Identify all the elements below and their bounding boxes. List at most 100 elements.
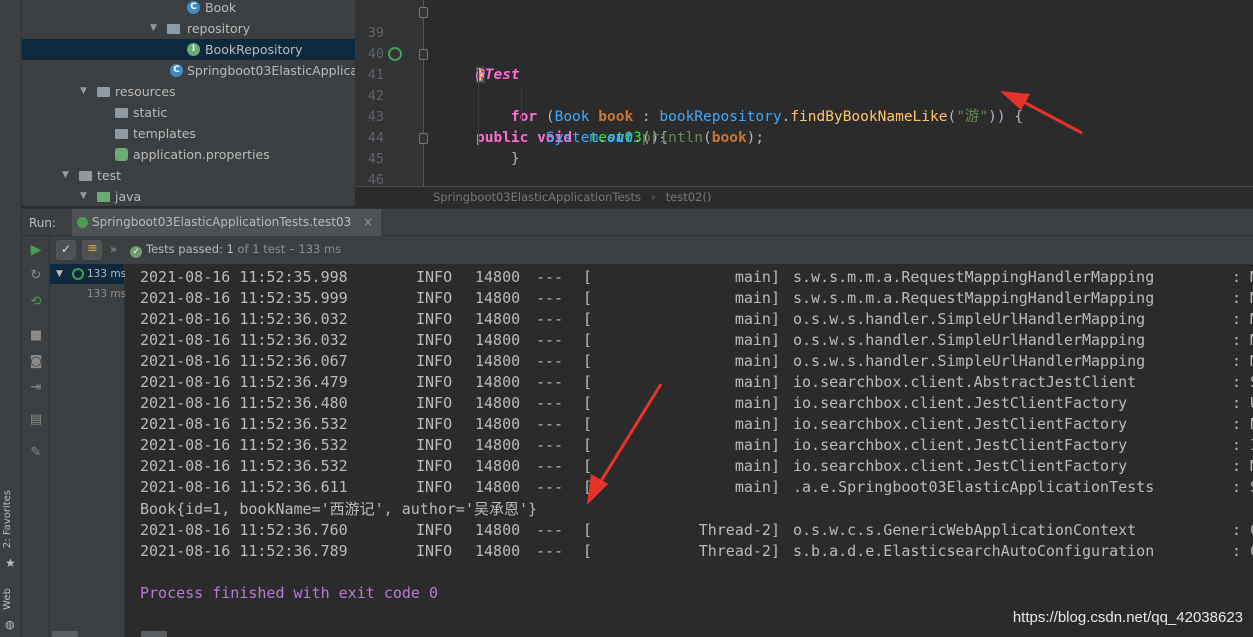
log-pid: 14800 bbox=[475, 478, 521, 496]
show-passed-button[interactable] bbox=[56, 240, 76, 260]
web-tab[interactable]: Web bbox=[2, 588, 13, 610]
log-logger: io.searchbox.client.JestClientFactory bbox=[793, 415, 1128, 433]
log-tail: : M bbox=[1232, 289, 1253, 307]
log-sep: --- bbox=[536, 394, 564, 412]
layout-icon[interactable]: ▤ bbox=[29, 413, 43, 427]
sort-button[interactable] bbox=[82, 240, 102, 260]
project-tree: C Book ▼ repository I BookRepository C S… bbox=[22, 0, 355, 206]
code-line-45: 45 } bbox=[356, 128, 1253, 167]
log-thread: main] bbox=[734, 289, 780, 307]
tree-item-java[interactable]: ▼ java bbox=[22, 186, 355, 206]
stop-icon[interactable]: ■ bbox=[29, 329, 43, 343]
log-bracket: [ bbox=[583, 310, 593, 328]
log-sep: --- bbox=[536, 521, 564, 539]
toggle-auto-test-icon[interactable]: ⟲ bbox=[29, 295, 43, 309]
log-logger: s.w.s.m.m.a.RequestMappingHandlerMapping bbox=[793, 289, 1155, 307]
tree-item-label: resources bbox=[115, 84, 176, 99]
close-icon[interactable]: × bbox=[363, 215, 373, 229]
tree-item-label: java bbox=[115, 189, 142, 204]
log-pid: 14800 bbox=[475, 268, 521, 286]
folder-icon bbox=[79, 171, 92, 181]
log-level: INFO bbox=[416, 373, 453, 391]
pin-icon[interactable]: ✎ bbox=[29, 446, 43, 460]
tree-item-application[interactable]: C Springboot03ElasticApplication bbox=[22, 60, 355, 81]
test-tree-scrollbar[interactable] bbox=[52, 631, 78, 637]
log-ts: 2021-08-16 11:52:36.532 bbox=[140, 457, 348, 475]
log-pid: 14800 bbox=[475, 457, 521, 475]
log-level: INFO bbox=[416, 457, 453, 475]
tree-item-label: static bbox=[133, 105, 168, 120]
test-status-label: Tests passed: bbox=[146, 242, 223, 256]
tree-item-bookrepository[interactable]: I BookRepository bbox=[22, 39, 355, 60]
tree-item-label: Springboot03ElasticApplication bbox=[187, 63, 355, 78]
log-ts: 2021-08-16 11:52:36.789 bbox=[140, 542, 348, 560]
camera-icon[interactable]: ◙ bbox=[29, 355, 43, 369]
chevron-down-icon[interactable]: ▼ bbox=[80, 81, 90, 102]
run-config-tab[interactable]: Springboot03ElasticApplicationTests.test… bbox=[72, 209, 382, 236]
log-ts: 2021-08-16 11:52:35.999 bbox=[140, 289, 348, 307]
fold-marker-icon[interactable] bbox=[419, 7, 428, 18]
log-logger: .a.e.Springboot03ElasticApplicationTests bbox=[793, 478, 1155, 496]
code-line-43: 43 System.out.println(book); bbox=[356, 86, 1253, 146]
left-tool-strip: 2: Favorites ★ Web ◍ bbox=[0, 0, 22, 637]
test-results-tree: ▼ 133 ms 133 ms bbox=[50, 264, 127, 637]
test-status: ✓ Tests passed: 1 of 1 test – 133 ms bbox=[130, 242, 341, 258]
log-level: INFO bbox=[416, 542, 453, 560]
program-output: Book{id=1, bookName='西游记', author='吴承恩'} bbox=[140, 500, 538, 518]
log-tail: : M bbox=[1232, 331, 1253, 349]
tree-item-templates[interactable]: templates bbox=[22, 123, 355, 144]
breadcrumb-method[interactable]: test02() bbox=[666, 190, 712, 204]
fold-marker-icon[interactable] bbox=[419, 49, 428, 60]
log-logger: io.searchbox.client.JestClientFactory bbox=[793, 457, 1128, 475]
tree-item-resources[interactable]: ▼ resources bbox=[22, 81, 355, 102]
log-bracket: [ bbox=[583, 521, 593, 539]
tree-item-repository[interactable]: ▼ repository bbox=[22, 18, 355, 39]
fold-marker-icon[interactable] bbox=[419, 133, 428, 144]
log-tail: : C bbox=[1232, 521, 1253, 539]
log-sep: --- bbox=[536, 331, 564, 349]
test-tree-root[interactable]: ▼ 133 ms bbox=[50, 264, 126, 284]
tree-item-application-properties[interactable]: application.properties bbox=[22, 144, 355, 165]
breadcrumb-class[interactable]: Springboot03ElasticApplicationTests bbox=[433, 190, 641, 204]
log-ts: 2021-08-16 11:52:36.611 bbox=[140, 478, 348, 496]
log-bracket: [ bbox=[583, 457, 593, 475]
test-duration: 133 ms bbox=[87, 288, 127, 300]
code-editor[interactable]: 39 } 40 @Test 41 public void test03(){ 4… bbox=[355, 0, 1253, 186]
log-level: INFO bbox=[416, 521, 453, 539]
tree-item-test[interactable]: ▼ test bbox=[22, 165, 355, 186]
log-thread: main] bbox=[734, 268, 780, 286]
log-level: INFO bbox=[416, 289, 453, 307]
chevron-down-icon[interactable]: ▼ bbox=[150, 18, 160, 39]
log-logger: s.w.s.m.m.a.RequestMappingHandlerMapping bbox=[793, 268, 1155, 286]
code-line-47: 47 bbox=[356, 170, 1253, 186]
console-output[interactable]: 2021-08-16 11:52:35.998 INFO 14800 --- [main… bbox=[125, 264, 1253, 637]
log-sep: --- bbox=[536, 289, 564, 307]
tree-item-book[interactable]: C Book bbox=[22, 0, 355, 18]
log-sep: --- bbox=[536, 310, 564, 328]
chevron-down-icon[interactable]: ▼ bbox=[56, 264, 63, 284]
log-sep: --- bbox=[536, 373, 564, 391]
log-logger: io.searchbox.client.AbstractJestClient bbox=[793, 373, 1137, 391]
run-tool-window-header: Run: Springboot03ElasticApplicationTests… bbox=[22, 208, 1253, 236]
tree-item-static[interactable]: static bbox=[22, 102, 355, 123]
chevron-down-icon[interactable]: ▼ bbox=[80, 186, 90, 206]
favorites-tab[interactable]: 2: Favorites bbox=[2, 490, 13, 548]
test-config-icon bbox=[77, 217, 88, 228]
run-test-icon[interactable] bbox=[388, 47, 402, 61]
log-ts: 2021-08-16 11:52:36.032 bbox=[140, 310, 348, 328]
tree-item-label: application.properties bbox=[133, 147, 270, 162]
chevron-down-icon[interactable]: ▼ bbox=[62, 165, 72, 186]
indent-guide bbox=[478, 65, 479, 149]
more-actions-icon[interactable]: » bbox=[110, 242, 117, 256]
exit-icon[interactable]: ⇥ bbox=[29, 381, 43, 395]
rerun-icon[interactable]: ▶ bbox=[29, 243, 43, 257]
class-icon: C bbox=[170, 64, 183, 77]
folder-icon bbox=[167, 24, 180, 34]
log-sep: --- bbox=[536, 542, 564, 560]
log-sep: --- bbox=[536, 268, 564, 286]
log-sep: --- bbox=[536, 436, 564, 454]
rerun-failed-icon[interactable]: ↻ bbox=[29, 269, 43, 283]
test-tree-item[interactable]: 133 ms bbox=[50, 284, 127, 304]
console-scrollbar[interactable] bbox=[141, 631, 167, 637]
star-icon: ★ bbox=[5, 556, 16, 570]
